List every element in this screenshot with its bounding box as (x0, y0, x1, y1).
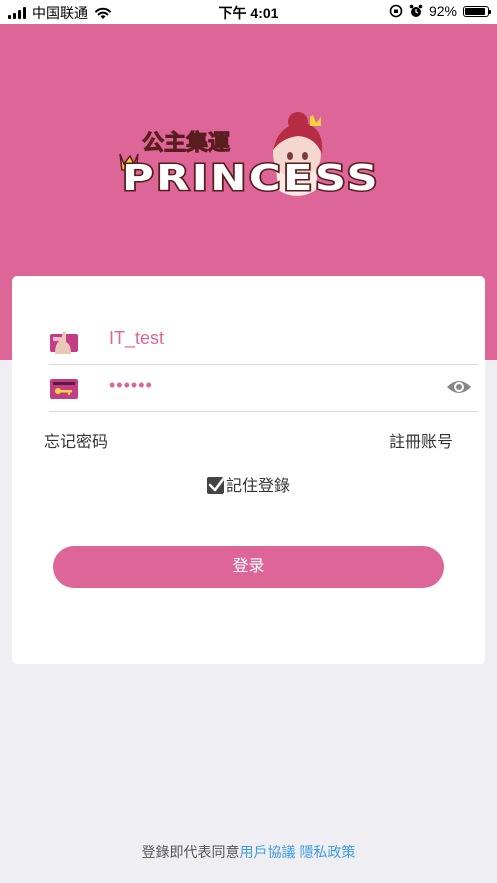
battery-icon (463, 5, 491, 17)
brand-title-cn: 公主集運 (142, 130, 230, 156)
password-key-icon (50, 379, 78, 399)
remember-label: 記住登錄 (225, 478, 290, 495)
remember-login[interactable]: 記住登錄 (12, 472, 485, 496)
alarm-icon (409, 4, 423, 17)
user-agreement-link[interactable]: 用戶協議 (240, 844, 296, 860)
remember-checkbox[interactable] (206, 476, 226, 494)
privacy-policy-link[interactable]: 隱私政策 (299, 844, 355, 860)
login-button[interactable]: 登录 (53, 546, 444, 588)
forgot-password-link[interactable]: 忘记密码 (44, 428, 108, 452)
username-field[interactable]: IT_test (49, 316, 478, 365)
show-password-eye-icon[interactable] (446, 378, 472, 396)
password-field[interactable]: •••••• (49, 363, 478, 412)
brand-title-en: PRINCESS (122, 158, 380, 199)
password-input[interactable]: •••••• (109, 375, 153, 396)
user-card-icon (50, 331, 78, 354)
checkmark-icon (208, 476, 226, 492)
status-bar: 中国联通 下午 4:01 92% (0, 0, 497, 24)
status-right: 92% (389, 3, 491, 19)
princess-logo: 公主集運 PRINCESS (119, 112, 380, 201)
rotation-lock-icon (389, 4, 403, 18)
login-card: IT_test •••••• 忘记密码 註冊账号 記住登錄 登录 (12, 276, 485, 664)
battery-percent: 92% (428, 3, 457, 19)
battery-fill (465, 7, 486, 15)
agreement-prefix: 登錄即代表同意 (141, 844, 240, 860)
username-input[interactable]: IT_test (109, 328, 164, 349)
agreement-footer: 登錄即代表同意用戶協議 隱私政策 (0, 842, 497, 862)
register-link[interactable]: 註冊账号 (389, 428, 453, 452)
